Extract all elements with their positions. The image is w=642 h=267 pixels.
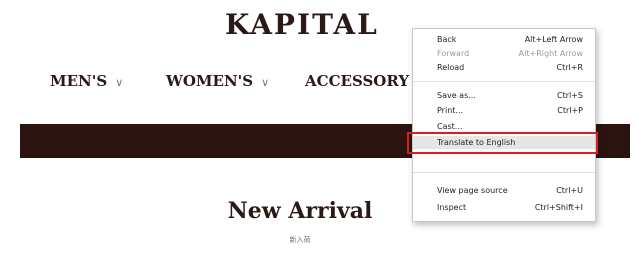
nav-item-label: WOMEN'S bbox=[166, 72, 254, 90]
nav-item-label: MEN'S bbox=[50, 72, 108, 90]
menu-item-label: Back bbox=[437, 35, 457, 44]
menu-item-label: Cast... bbox=[437, 122, 463, 131]
menu-item-shortcut: Ctrl+Shift+I bbox=[534, 203, 583, 212]
menu-item-label: Print... bbox=[437, 106, 464, 115]
menu-item-translate[interactable]: Translate to English bbox=[413, 136, 595, 149]
menu-separator bbox=[413, 81, 595, 82]
menu-item-forward[interactable]: Forward Alt+Right Arrow bbox=[413, 47, 595, 60]
menu-item-shortcut: Alt+Right Arrow bbox=[518, 49, 583, 58]
menu-item-label: Reload bbox=[437, 63, 465, 72]
context-menu: Back Alt+Left Arrow Forward Alt+Right Ar… bbox=[412, 28, 596, 222]
menu-item-cast[interactable]: Cast... bbox=[413, 120, 595, 133]
menu-item-save-as[interactable]: Save as... Ctrl+S bbox=[413, 89, 595, 102]
menu-item-label: Save as... bbox=[437, 91, 476, 100]
nav-item-accessory[interactable]: ACCESSORY ∨ bbox=[305, 72, 425, 90]
chevron-down-icon: ∨ bbox=[115, 75, 124, 89]
menu-separator bbox=[413, 172, 595, 173]
menu-item-print[interactable]: Print... Ctrl+P bbox=[413, 104, 595, 117]
menu-item-label: Forward bbox=[437, 49, 470, 58]
menu-item-shortcut: Ctrl+S bbox=[556, 91, 583, 100]
menu-item-shortcut: Ctrl+U bbox=[556, 186, 583, 195]
menu-item-shortcut: Alt+Left Arrow bbox=[524, 35, 583, 44]
menu-item-back[interactable]: Back Alt+Left Arrow bbox=[413, 33, 595, 46]
menu-item-reload[interactable]: Reload Ctrl+R bbox=[413, 61, 595, 74]
menu-item-label: Translate to English bbox=[437, 138, 516, 147]
menu-item-shortcut: Ctrl+R bbox=[556, 63, 584, 72]
menu-item-inspect[interactable]: Inspect Ctrl+Shift+I bbox=[413, 201, 595, 214]
menu-item-view-source[interactable]: View page source Ctrl+U bbox=[413, 184, 595, 197]
nav-item-womens[interactable]: WOMEN'S ∨ bbox=[166, 72, 269, 90]
nav-item-label: ACCESSORY bbox=[305, 72, 410, 90]
site-logo[interactable]: KAPITAL bbox=[225, 8, 379, 41]
section-subtitle: 新入荷 bbox=[289, 236, 311, 244]
menu-item-label: Inspect bbox=[437, 203, 467, 212]
chevron-down-icon: ∨ bbox=[261, 75, 270, 89]
menu-item-shortcut: Ctrl+P bbox=[557, 106, 583, 115]
nav-item-mens[interactable]: MEN'S ∨ bbox=[50, 72, 123, 90]
menu-item-label: View page source bbox=[437, 186, 508, 195]
